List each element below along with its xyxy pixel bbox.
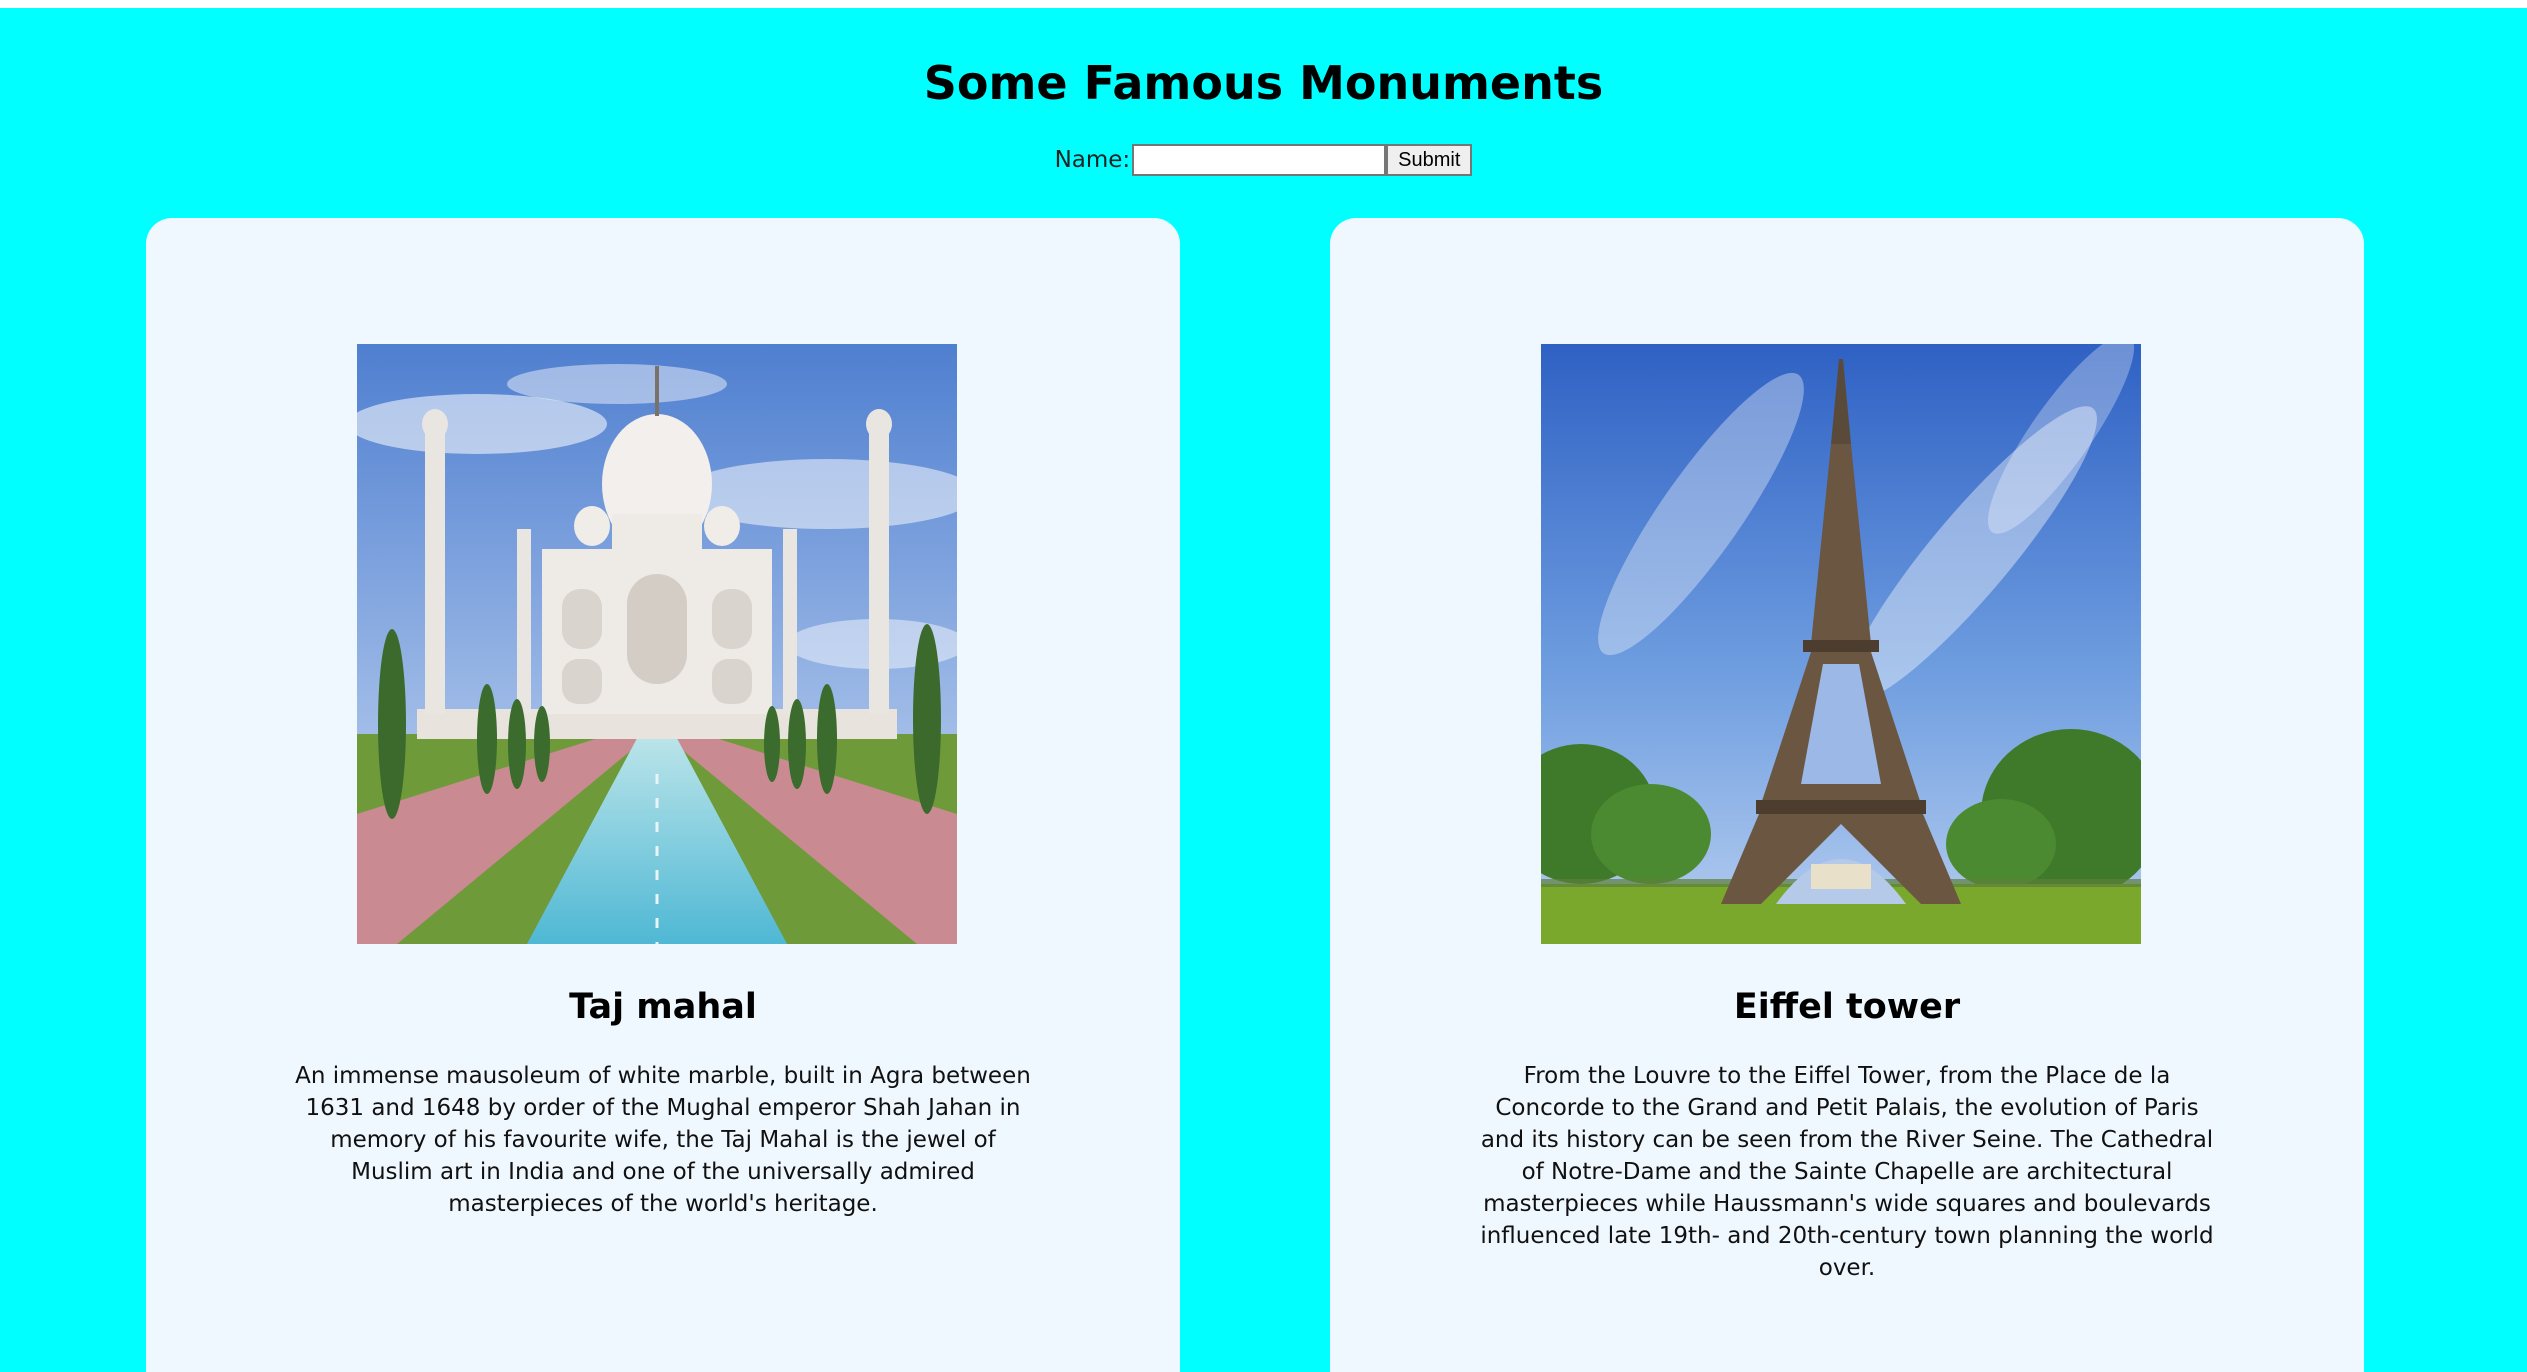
monument-description: An immense mausoleum of white marble, bu… [295, 1063, 1031, 1217]
name-input[interactable] [1132, 144, 1387, 176]
monument-title: Taj mahal [569, 987, 757, 1027]
taj-mahal-photo [357, 344, 957, 944]
eiffel-tower-image [1541, 344, 2141, 944]
monument-description: From the Louvre to the Eiffel Tower, fro… [1480, 1063, 2214, 1281]
monument-card-taj-mahal: Taj mahal An immense mausoleum of white … [146, 218, 1180, 1372]
page-background: Some Famous Monuments Name: Submit Taj m… [0, 8, 2527, 1372]
name-form: Name: Submit [0, 141, 2527, 179]
monument-card-eiffel-tower: Eiffel tower From the Louvre to the Eiff… [1330, 218, 2364, 1372]
taj-mahal-image [357, 344, 957, 944]
page-title: Some Famous Monuments [923, 56, 1604, 110]
submit-button[interactable]: Submit [1386, 144, 1473, 176]
eiffel-tower-photo [1541, 344, 2141, 944]
monument-title: Eiffel tower [1733, 987, 1961, 1027]
name-label: Name: [1054, 147, 1131, 173]
